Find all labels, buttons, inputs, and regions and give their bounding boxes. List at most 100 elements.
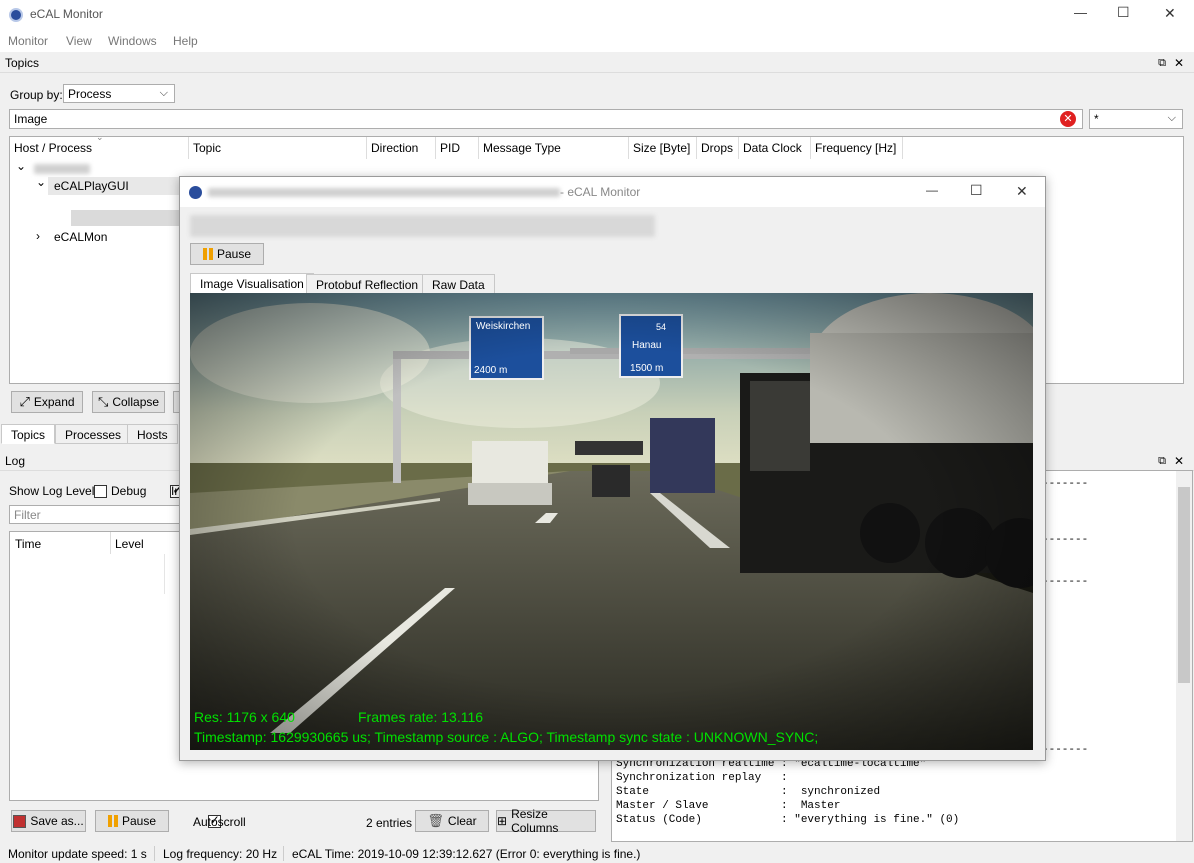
col-size[interactable]: Size [Byte]: [629, 137, 697, 159]
overlay-timestamp: Timestamp: 1629930665 us; Timestamp sour…: [194, 729, 819, 745]
chevron-right-icon[interactable]: ›: [36, 229, 40, 243]
ecal-time: eCAL Time: 2019-10-09 12:39:12.627 (Erro…: [292, 847, 641, 861]
sign-left-name: Weiskirchen: [476, 321, 531, 332]
overlay-resolution: Res: 1176 x 640: [194, 709, 295, 725]
dialog-maximize-button[interactable]: ☐: [970, 182, 983, 199]
info-line: State : synchronized: [616, 786, 881, 798]
info-line: Status (Code) : "everything is fine." (0…: [616, 814, 960, 826]
minimize-button[interactable]: —: [1074, 5, 1087, 20]
save-as-button[interactable]: Save as...: [11, 810, 86, 832]
group-by-label: Group by:: [10, 88, 63, 102]
save-label: Save as...: [30, 814, 84, 828]
col-time[interactable]: Time: [15, 537, 41, 551]
sign-right-distance: 1500 m: [630, 363, 664, 374]
scrollbar-thumb[interactable]: [1178, 487, 1190, 683]
tab-hosts[interactable]: Hosts: [127, 424, 178, 444]
menu-help[interactable]: Help: [173, 34, 198, 48]
overlay-frame-rate: Frames rate: 13.116: [358, 709, 484, 725]
pause-icon: [202, 248, 213, 260]
topic-row-blurred: [71, 210, 191, 226]
pause-icon: [107, 815, 118, 827]
type-filter-select[interactable]: * ⌵: [1089, 109, 1183, 129]
clear-label: Clear: [447, 814, 477, 828]
col-frequency[interactable]: Frequency [Hz]: [811, 137, 903, 159]
topic-filter-input[interactable]: Image ✕: [9, 109, 1083, 129]
dialog-topic-name-blurred: [208, 188, 560, 197]
log-pause-label: Pause: [121, 814, 157, 828]
show-log-level-label: Show Log Level:: [9, 484, 98, 498]
tab-topics[interactable]: Topics: [1, 424, 56, 444]
separator-line: -------: [1042, 478, 1089, 490]
dialog-close-button[interactable]: ✕: [1016, 183, 1028, 200]
menu-view[interactable]: View: [66, 34, 92, 48]
expand-button[interactable]: ⤢ Expand: [11, 391, 83, 413]
close-icon[interactable]: ✕: [1174, 451, 1184, 471]
trash-icon: 🗑: [427, 813, 444, 828]
col-data-clock[interactable]: Data Clock: [739, 137, 811, 159]
debug-label: Debug: [111, 484, 147, 498]
info-line: Synchronization replay :: [616, 772, 788, 784]
clear-button[interactable]: 🗑 Clear: [415, 810, 489, 832]
topics-title: Topics: [5, 56, 40, 70]
tab-processes[interactable]: Processes: [55, 424, 132, 444]
log-pause-button[interactable]: Pause: [95, 810, 169, 832]
tab-image-visualisation[interactable]: Image Visualisation: [190, 273, 314, 294]
col-message-type[interactable]: Message Type: [479, 137, 629, 159]
close-button[interactable]: ✕: [1164, 5, 1176, 22]
group-by-value: Process: [68, 86, 112, 101]
sign-left-distance: 2400 m: [474, 365, 508, 376]
col-level[interactable]: Level: [115, 537, 144, 551]
monitor-update-speed: Monitor update speed: 1 s: [8, 847, 147, 861]
app-icon: [189, 186, 202, 199]
separator-line: -------: [1042, 576, 1089, 588]
vertical-scrollbar[interactable]: [1176, 471, 1192, 841]
title-bar: eCAL Monitor — ☐ ✕: [0, 0, 1194, 30]
log-title: Log: [5, 454, 26, 468]
clear-filter-icon[interactable]: ✕: [1060, 111, 1076, 127]
topics-pane-title: Topics ⧉ ✕: [0, 53, 1194, 73]
window-title: eCAL Monitor: [30, 7, 103, 21]
menu-windows[interactable]: Windows: [108, 34, 157, 48]
chevron-down-icon: ⌵: [1167, 112, 1176, 124]
chevron-down-icon[interactable]: ⌄: [36, 175, 46, 189]
resize-icon: ⊞: [497, 814, 508, 828]
group-by-select[interactable]: Process ⌵: [63, 84, 175, 103]
process-ecalplaygui[interactable]: eCALPlayGUI: [54, 179, 129, 193]
collapse-button[interactable]: ⤡ Collapse: [92, 391, 165, 413]
tab-protobuf-reflection[interactable]: Protobuf Reflection: [306, 274, 429, 294]
dialog-minimize-button[interactable]: —: [926, 183, 938, 197]
chevron-down-icon: ⌵: [159, 87, 168, 99]
entries-count: 2 entries: [366, 816, 413, 830]
tab-raw-data[interactable]: Raw Data: [422, 274, 495, 294]
log-filter-placeholder: Filter: [14, 507, 41, 522]
menu-bar: Monitor View Windows Help: [0, 30, 1194, 52]
app-icon: [9, 8, 23, 22]
float-icon[interactable]: ⧉: [1158, 53, 1166, 73]
float-icon[interactable]: ⧉: [1158, 451, 1166, 471]
expand-icon: ⤢: [19, 394, 30, 409]
resize-label: Resize Columns: [511, 807, 559, 835]
col-direction[interactable]: Direction: [367, 137, 436, 159]
dialog-pause-button[interactable]: Pause: [190, 243, 264, 265]
host-name-blurred: [34, 164, 90, 174]
topic-filter-value: Image: [14, 112, 48, 126]
log-filter-input[interactable]: Filter: [9, 505, 181, 524]
dialog-title-bar: - eCAL Monitor — ☐ ✕: [180, 177, 1045, 207]
col-pid[interactable]: PID: [436, 137, 479, 159]
save-icon: [13, 814, 27, 828]
menu-monitor[interactable]: Monitor: [8, 34, 48, 48]
highway-scene-image: [190, 293, 1033, 750]
col-drops[interactable]: Drops: [697, 137, 739, 159]
log-frequency: Log frequency: 20 Hz: [163, 847, 278, 861]
resize-columns-button[interactable]: ⊞ Resize Columns: [496, 807, 596, 835]
topic-path-blurred: [190, 215, 655, 237]
collapse-label: Collapse: [112, 395, 160, 409]
maximize-button[interactable]: ☐: [1117, 4, 1130, 21]
debug-checkbox[interactable]: [94, 485, 107, 499]
expand-label: Expand: [33, 395, 75, 409]
close-icon[interactable]: ✕: [1174, 53, 1184, 73]
col-topic[interactable]: Topic: [189, 137, 367, 159]
camera-image: Weiskirchen 2400 m 54 Hanau 1500 m Res: …: [190, 293, 1033, 750]
chevron-down-icon[interactable]: ⌄: [16, 159, 26, 173]
process-ecalmon[interactable]: eCALMon: [54, 230, 107, 244]
